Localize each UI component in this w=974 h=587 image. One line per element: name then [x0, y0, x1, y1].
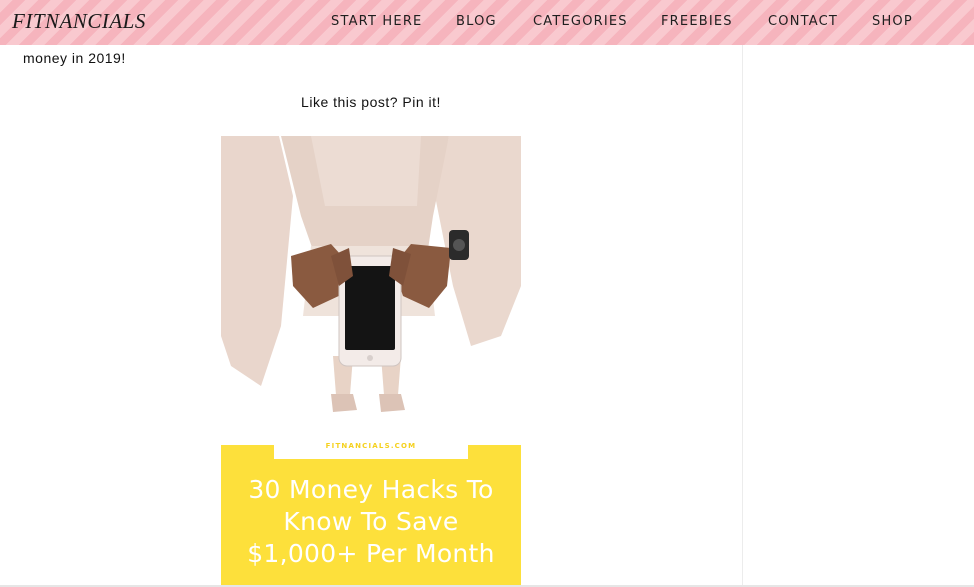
nav-contact[interactable]: CONTACT	[768, 14, 838, 29]
pin-headline-line: 30 Money Hacks To	[248, 475, 494, 504]
site-header: FITNANCIALS START HERE BLOG CATEGORIES F…	[0, 0, 974, 45]
pin-headline: 30 Money Hacks To Know To Save $1,000+ P…	[221, 474, 521, 570]
nav-start-here[interactable]: START HERE	[331, 14, 422, 29]
nav-freebies[interactable]: FREEBIES	[661, 14, 733, 29]
woman-holding-phone-image	[221, 136, 521, 446]
main-nav: START HERE BLOG CATEGORIES FREEBIES CONT…	[0, 14, 974, 34]
nav-blog[interactable]: BLOG	[456, 14, 497, 29]
pin-prompt: Like this post? Pin it!	[301, 94, 441, 110]
nav-shop[interactable]: SHOP	[872, 14, 913, 29]
article-text-fragment: money in 2019!	[23, 50, 126, 66]
nav-categories[interactable]: CATEGORIES	[533, 14, 628, 29]
sidebar-divider	[742, 45, 743, 587]
pin-headline-line: Know To Save	[283, 507, 459, 536]
pin-image[interactable]: FITNANCIALS.COM 30 Money Hacks To Know T…	[221, 136, 521, 587]
pin-site-label: FITNANCIALS.COM	[325, 442, 417, 450]
pin-headline-line: $1,000+ Per Month	[247, 539, 495, 568]
